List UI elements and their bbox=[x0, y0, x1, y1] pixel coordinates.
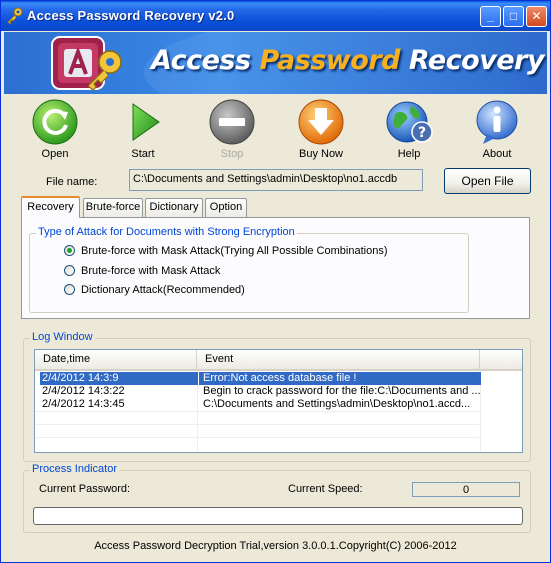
log-window-title: Log Window bbox=[30, 331, 95, 343]
current-speed-value: 0 bbox=[412, 482, 520, 497]
file-name-label: File name: bbox=[46, 176, 98, 188]
close-icon: ✕ bbox=[531, 9, 542, 23]
current-speed-label: Current Speed: bbox=[288, 483, 363, 495]
tab-brute-force[interactable]: Brute-force bbox=[83, 198, 143, 217]
about-label: About bbox=[482, 148, 512, 160]
log-row[interactable]: 2/4/2012 14:3:22 Begin to crack password… bbox=[35, 385, 481, 398]
download-arrow-icon bbox=[298, 99, 344, 145]
progress-bar bbox=[33, 507, 523, 525]
tab-recovery[interactable]: Recovery bbox=[21, 196, 80, 218]
start-label: Start bbox=[131, 148, 155, 160]
start-button[interactable]: Start bbox=[111, 98, 175, 162]
buy-now-label: Buy Now bbox=[298, 148, 344, 160]
attack-type-title: Type of Attack for Documents with Strong… bbox=[36, 226, 297, 238]
globe-help-icon: ? bbox=[386, 101, 433, 143]
open-button[interactable]: Open bbox=[23, 98, 87, 162]
stop-icon bbox=[209, 99, 255, 145]
buy-now-button[interactable]: Buy Now bbox=[289, 98, 353, 162]
app-banner: Access Password Recovery bbox=[4, 32, 547, 94]
log-row[interactable]: 2/4/2012 14:3:45 C:\Documents and Settin… bbox=[35, 398, 481, 411]
help-button[interactable]: ? Help bbox=[377, 98, 441, 162]
minimize-icon: _ bbox=[487, 9, 494, 23]
info-icon bbox=[476, 100, 518, 144]
title-bar[interactable]: Access Password Recovery v2.0 _ □ ✕ bbox=[1, 1, 550, 31]
close-button[interactable]: ✕ bbox=[526, 6, 547, 27]
open-refresh-icon bbox=[32, 99, 78, 145]
open-file-button[interactable]: Open File bbox=[444, 168, 531, 194]
file-name-field[interactable]: C:\Documents and Settings\admin\Desktop\… bbox=[129, 169, 423, 191]
maximize-icon: □ bbox=[509, 9, 518, 23]
tab-option[interactable]: Option bbox=[205, 198, 247, 217]
banner-title: Access Password Recovery bbox=[151, 45, 545, 76]
key-icon bbox=[7, 7, 23, 25]
maximize-button[interactable]: □ bbox=[503, 6, 524, 27]
log-row[interactable]: 2/4/2012 14:3:9 Error:Not access databas… bbox=[35, 372, 481, 385]
stop-button[interactable]: Stop bbox=[200, 98, 264, 162]
help-label: Help bbox=[397, 148, 421, 160]
access-key-logo-icon bbox=[51, 36, 122, 91]
play-icon bbox=[132, 103, 160, 141]
log-list-header: Date,time Event bbox=[35, 350, 522, 371]
minimize-button[interactable]: _ bbox=[480, 6, 501, 27]
column-event[interactable]: Event bbox=[197, 350, 480, 369]
stop-label: Stop bbox=[220, 148, 244, 160]
svg-text:?: ? bbox=[418, 125, 426, 141]
log-list[interactable]: Date,time Event 2/4/2012 14:3:9 Error:No… bbox=[34, 349, 523, 453]
process-indicator-title: Process Indicator bbox=[30, 463, 119, 475]
status-text: Access Password Decryption Trial,version… bbox=[94, 540, 457, 552]
window-title: Access Password Recovery v2.0 bbox=[27, 8, 235, 23]
tab-dictionary[interactable]: Dictionary bbox=[145, 198, 203, 217]
app-window: Access Password Recovery v2.0 _ □ ✕ Acce… bbox=[0, 0, 551, 563]
about-button[interactable]: About bbox=[465, 98, 529, 162]
radio-unchecked-icon bbox=[64, 284, 75, 295]
current-password-label: Current Password: bbox=[39, 483, 131, 495]
radio-checked-icon bbox=[64, 245, 75, 256]
radio-unchecked-icon bbox=[64, 265, 75, 276]
column-datetime[interactable]: Date,time bbox=[35, 350, 197, 369]
recovery-tab-panel: Type of Attack for Documents with Strong… bbox=[21, 217, 530, 319]
open-label: Open bbox=[41, 148, 69, 160]
